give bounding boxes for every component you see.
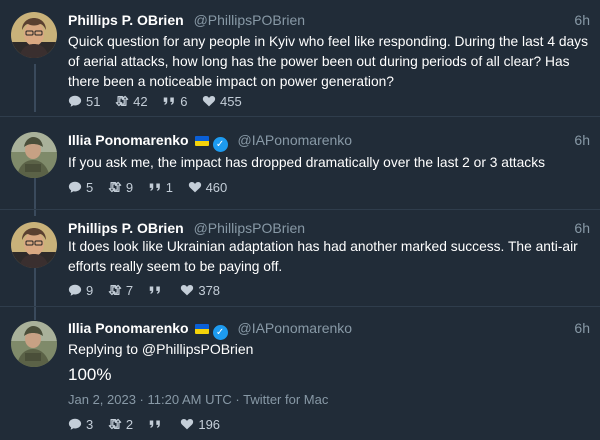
like-count: 196 — [198, 417, 221, 432]
tweet-time[interactable]: 6h — [574, 318, 590, 338]
avatar[interactable] — [11, 132, 57, 178]
reply-button[interactable]: 3 — [68, 416, 93, 434]
tweet-actions: 51 42 6 455 — [68, 93, 253, 111]
tweet-text: 100% — [68, 365, 112, 384]
quote-marks-icon — [148, 417, 162, 431]
retweet-button[interactable]: 9 — [108, 179, 133, 197]
retweet-arrows-icon — [108, 180, 122, 194]
retweet-arrows-icon — [115, 94, 129, 108]
like-button[interactable]: 460 — [188, 179, 228, 197]
user-handle[interactable]: @PhillipsPOBrien — [194, 12, 305, 28]
like-count: 455 — [220, 94, 242, 109]
reply-button[interactable]: 51 — [68, 93, 100, 111]
like-count: 460 — [205, 180, 228, 195]
reply-button[interactable]: 5 — [68, 179, 93, 197]
heart-icon — [180, 283, 194, 297]
reply-count: 9 — [86, 283, 94, 298]
like-count: 378 — [198, 283, 221, 298]
display-name[interactable]: Phillips P. OBrien — [68, 220, 184, 236]
user-handle[interactable]: @IAPonomarenko — [237, 132, 352, 148]
reply-count: 3 — [86, 417, 94, 432]
quote-marks-icon — [148, 283, 162, 297]
retweet-arrows-icon — [108, 417, 122, 431]
avatar[interactable] — [11, 12, 57, 58]
tweet[interactable]: Phillips P. OBrien @PhillipsPOBrien 6h I… — [0, 210, 600, 310]
retweet-button[interactable]: 7 — [108, 282, 133, 300]
quote-button[interactable]: 6 — [162, 93, 187, 111]
avatar[interactable] — [11, 321, 57, 367]
speech-bubble-icon — [68, 283, 82, 297]
retweet-count: 7 — [125, 283, 134, 298]
verified-badge-icon: ✓ — [212, 137, 228, 152]
user-handle[interactable]: @PhillipsPOBrien — [194, 220, 305, 236]
tweet-time[interactable]: 6h — [574, 218, 590, 238]
heart-icon — [180, 417, 194, 431]
quote-button[interactable] — [148, 416, 166, 434]
tweet-text: If you ask me, the impact has dropped dr… — [68, 155, 545, 170]
tweet-time[interactable]: 6h — [574, 130, 590, 150]
quote-count: 6 — [180, 94, 188, 109]
retweet-arrows-icon — [108, 283, 122, 297]
reply-count: 51 — [86, 94, 101, 109]
like-button[interactable]: 455 — [202, 93, 242, 111]
tweet-header: Phillips P. OBrien @PhillipsPOBrien 6h — [68, 218, 590, 238]
ukraine-flag-icon — [194, 136, 209, 146]
quote-button[interactable]: 1 — [148, 179, 173, 197]
replying-to-link[interactable]: Replying to @PhillipsPOBrien — [68, 339, 253, 359]
display-name[interactable]: Phillips P. OBrien — [68, 12, 184, 28]
speech-bubble-icon — [68, 417, 82, 431]
quote-button[interactable] — [148, 282, 166, 300]
reply-button[interactable]: 9 — [68, 282, 93, 300]
user-handle[interactable]: @IAPonomarenko — [237, 320, 352, 336]
retweet-count: 42 — [133, 94, 148, 109]
tweet-actions: 5 9 1 460 — [68, 179, 238, 197]
tweet-header: Illia Ponomarenko ✓ @IAPonomarenko 6h — [68, 318, 590, 340]
tweet-header: Phillips P. OBrien @PhillipsPOBrien 6h — [68, 10, 590, 30]
retweet-button[interactable]: 42 — [115, 93, 148, 111]
quote-marks-icon — [162, 94, 176, 108]
retweet-count: 2 — [125, 417, 134, 432]
display-name[interactable]: Illia Ponomarenko — [68, 320, 189, 336]
tweet[interactable]: Illia Ponomarenko ✓ @IAPonomarenko 6h If … — [0, 117, 600, 212]
quote-count: 1 — [165, 180, 173, 195]
avatar[interactable] — [11, 222, 57, 268]
tweet-text: It does look like Ukrainian adaptation h… — [68, 239, 578, 274]
speech-bubble-icon — [68, 94, 82, 108]
tweet-text: Quick question for any people in Kyiv wh… — [68, 34, 588, 89]
retweet-count: 9 — [125, 180, 134, 195]
tweet-actions: 9 7 378 — [68, 282, 231, 300]
verified-badge-icon: ✓ — [212, 325, 228, 340]
tweet[interactable]: Phillips P. OBrien @PhillipsPOBrien 6h Q… — [0, 0, 600, 112]
retweet-button[interactable]: 2 — [108, 416, 133, 434]
tweet-actions: 3 2 196 — [68, 416, 231, 434]
heart-icon — [188, 180, 202, 194]
tweet-focused[interactable]: Illia Ponomarenko ✓ @IAPonomarenko 6h Rep… — [0, 307, 600, 440]
ukraine-flag-icon — [194, 324, 209, 334]
tweet-header: Illia Ponomarenko ✓ @IAPonomarenko 6h — [68, 130, 590, 152]
tweet-time[interactable]: 6h — [574, 10, 590, 30]
like-button[interactable]: 196 — [180, 416, 220, 434]
quote-marks-icon — [148, 180, 162, 194]
tweet-timestamp[interactable]: Jan 2, 2023 · 11:20 AM UTC · Twitter for… — [68, 390, 328, 410]
display-name[interactable]: Illia Ponomarenko — [68, 132, 189, 148]
heart-icon — [202, 94, 216, 108]
speech-bubble-icon — [68, 180, 82, 194]
reply-count: 5 — [86, 180, 94, 195]
like-button[interactable]: 378 — [180, 282, 220, 300]
